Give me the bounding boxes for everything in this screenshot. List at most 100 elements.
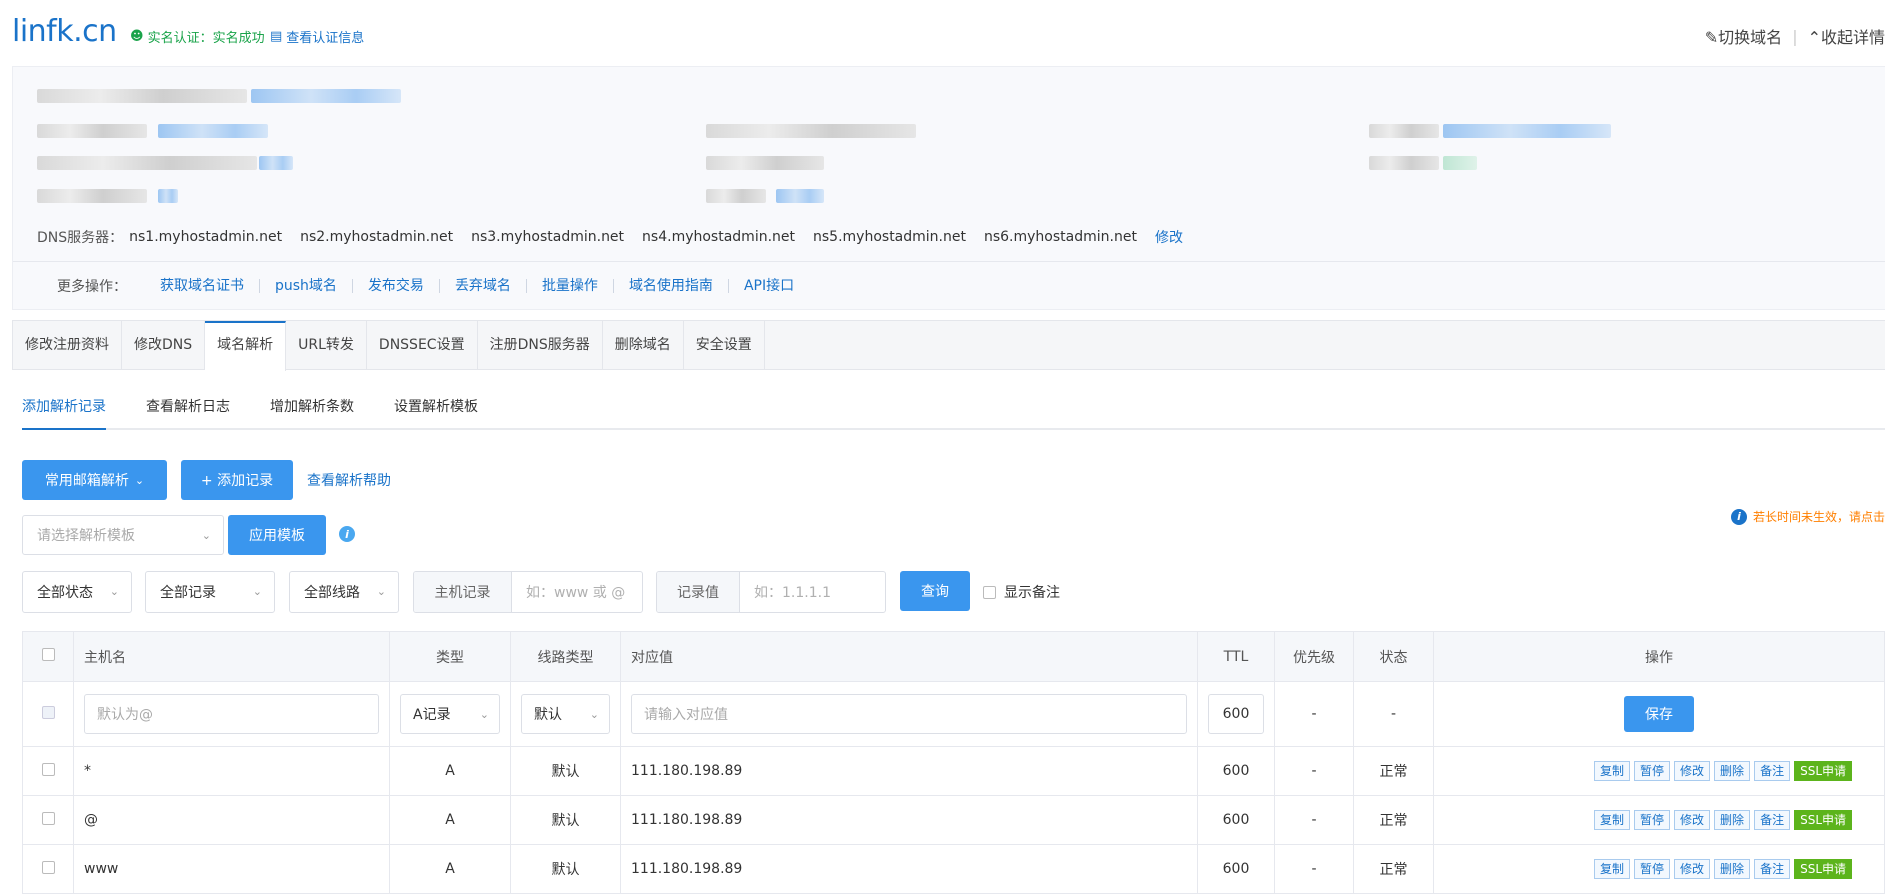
view-verify-text: 查看认证信息 xyxy=(286,31,365,46)
notice-text[interactable]: i 若长时间未生效，请点击 xyxy=(1730,508,1885,525)
publish-trade-link[interactable]: 发布交易 xyxy=(353,278,440,293)
delete-button[interactable]: 删除 xyxy=(1714,810,1751,830)
record-value-input[interactable]: 如：1.1.1.1 xyxy=(740,572,831,612)
tab-modify-dns[interactable]: 修改DNS xyxy=(122,321,206,370)
show-remark-toggle[interactable]: 显示备注 xyxy=(983,582,1060,602)
get-certificate-link[interactable]: 获取域名证书 xyxy=(145,278,260,293)
type-select[interactable]: A记录 ⌄ xyxy=(400,694,500,734)
ssl-apply-button[interactable]: SSL申请 xyxy=(1794,859,1852,879)
status-filter-select[interactable]: 全部状态 ⌄ xyxy=(22,571,132,613)
ssl-apply-button[interactable]: SSL申请 xyxy=(1794,761,1852,781)
save-button[interactable]: 保存 xyxy=(1624,696,1694,732)
row-checkbox[interactable] xyxy=(41,860,55,874)
line-cell: 默认 ⌄ xyxy=(510,681,621,747)
remark-button[interactable]: 备注 xyxy=(1754,810,1791,830)
row-checkbox[interactable] xyxy=(41,762,55,776)
add-record-button[interactable]: + 添加记录 xyxy=(181,460,293,500)
redacted-text xyxy=(706,156,824,170)
select-all-checkbox[interactable] xyxy=(41,648,55,661)
show-remark-label: 显示备注 xyxy=(1004,585,1060,601)
pause-button[interactable]: 暂停 xyxy=(1634,810,1671,830)
copy-button[interactable]: 复制 xyxy=(1594,810,1631,830)
switch-domain-label: 切换域名 xyxy=(1718,28,1783,47)
line-select-value: 默认 xyxy=(534,707,562,723)
type-select-value: A记录 xyxy=(413,707,451,723)
subtab-add-quota[interactable]: 增加解析条数 xyxy=(270,396,354,428)
value-cell: 111.180.198.89 xyxy=(620,746,1198,796)
priority-cell: - xyxy=(1274,681,1354,747)
priority-cell: - xyxy=(1274,746,1354,796)
apply-template-button[interactable]: 应用模板 xyxy=(228,515,326,555)
edit-button[interactable]: 修改 xyxy=(1674,810,1711,830)
ssl-apply-button[interactable]: SSL申请 xyxy=(1794,810,1852,830)
new-record-row: 默认为@ A记录 ⌄ 默认 ⌄ 请输入对应值 600 - - 保存 xyxy=(22,681,1885,747)
ttl-input[interactable]: 600 xyxy=(1208,694,1264,734)
redacted-text xyxy=(776,189,824,203)
host-record-input[interactable]: 如：www 或 @ xyxy=(512,572,625,612)
line-select[interactable]: 默认 ⌄ xyxy=(521,694,610,734)
push-domain-link[interactable]: push域名 xyxy=(260,278,353,293)
subtab-template[interactable]: 设置解析模板 xyxy=(394,396,478,428)
records-table: 主机名 类型 线路类型 对应值 TTL 优先级 状态 操作 默认为@ A记录 ⌄ … xyxy=(22,631,1885,894)
tab-register-dns-server[interactable]: 注册DNS服务器 xyxy=(478,321,603,370)
col-header-ttl: TTL xyxy=(1197,631,1275,682)
pause-button[interactable]: 暂停 xyxy=(1634,761,1671,781)
line-cell: 默认 xyxy=(510,746,621,796)
chevron-down-icon: ⌄ xyxy=(252,585,262,598)
line-filter-select[interactable]: 全部线路 ⌄ xyxy=(289,571,399,613)
table-header-row: 主机名 类型 线路类型 对应值 TTL 优先级 状态 操作 xyxy=(22,631,1885,682)
divider: | xyxy=(1792,26,1798,46)
collapse-button[interactable]: ⌃收起详情 xyxy=(1808,24,1885,48)
edit-button[interactable]: 修改 xyxy=(1674,859,1711,879)
mail-resolution-button[interactable]: 常用邮箱解析 ⌄ xyxy=(22,460,167,500)
copy-button[interactable]: 复制 xyxy=(1594,859,1631,879)
switch-domain-button[interactable]: ✎切换域名 xyxy=(1705,24,1782,48)
tab-url-forward[interactable]: URL转发 xyxy=(286,321,367,370)
remark-button[interactable]: 备注 xyxy=(1754,859,1791,879)
show-remark-checkbox[interactable] xyxy=(983,585,996,599)
tab-security[interactable]: 安全设置 xyxy=(684,321,765,370)
batch-operation-link[interactable]: 批量操作 xyxy=(527,278,614,293)
host-cell: @ xyxy=(73,795,390,845)
host-record-label: 主机记录 xyxy=(414,572,512,612)
template-select[interactable]: 请选择解析模板 ⌄ xyxy=(22,515,224,555)
redacted-text xyxy=(37,89,247,103)
subtab-add-record[interactable]: 添加解析记录 xyxy=(22,396,106,430)
domain-guide-link[interactable]: 域名使用指南 xyxy=(614,278,729,293)
delete-button[interactable]: 删除 xyxy=(1714,761,1751,781)
host-input[interactable]: 默认为@ xyxy=(84,694,379,734)
view-verify-link[interactable]: ▤ 查看认证信息 xyxy=(270,27,364,46)
delete-button[interactable]: 删除 xyxy=(1714,859,1751,879)
dns-modify-link[interactable]: 修改 xyxy=(1155,227,1183,247)
info-icon: i xyxy=(1730,508,1747,525)
priority-cell: - xyxy=(1274,844,1354,894)
table-row: @ A 默认 111.180.198.89 600 - 正常 复制 暂停 修改 … xyxy=(22,795,1885,845)
info-icon[interactable]: i xyxy=(339,526,355,542)
tab-modify-registration[interactable]: 修改注册资料 xyxy=(13,321,122,370)
query-button[interactable]: 查询 xyxy=(900,571,970,611)
redacted-text xyxy=(1443,124,1611,138)
abandon-domain-link[interactable]: 丢弃域名 xyxy=(440,278,527,293)
edit-button[interactable]: 修改 xyxy=(1674,761,1711,781)
dns-label: DNS服务器： xyxy=(37,230,124,246)
redacted-text xyxy=(37,189,147,203)
resolution-help-link[interactable]: 查看解析帮助 xyxy=(307,470,391,490)
subtab-resolution-log[interactable]: 查看解析日志 xyxy=(146,396,230,428)
api-link[interactable]: API接口 xyxy=(729,279,809,293)
ttl-cell: 600 xyxy=(1197,681,1275,747)
row-checkbox xyxy=(41,705,55,719)
tab-delete-domain[interactable]: 删除域名 xyxy=(603,321,684,370)
remark-button[interactable]: 备注 xyxy=(1754,761,1791,781)
row-checkbox[interactable] xyxy=(41,811,55,825)
type-cell: A xyxy=(389,795,511,845)
value-input[interactable]: 请输入对应值 xyxy=(631,694,1187,734)
type-cell: A记录 ⌄ xyxy=(389,681,511,747)
ttl-cell: 600 xyxy=(1197,844,1275,894)
pause-button[interactable]: 暂停 xyxy=(1634,859,1671,879)
dns-server: ns1.myhostadmin.net xyxy=(129,229,283,245)
copy-button[interactable]: 复制 xyxy=(1594,761,1631,781)
type-cell: A xyxy=(389,746,511,796)
tab-domain-resolution[interactable]: 域名解析 xyxy=(205,321,287,371)
record-filter-select[interactable]: 全部记录 ⌄ xyxy=(145,571,275,613)
tab-dnssec[interactable]: DNSSEC设置 xyxy=(367,321,478,370)
